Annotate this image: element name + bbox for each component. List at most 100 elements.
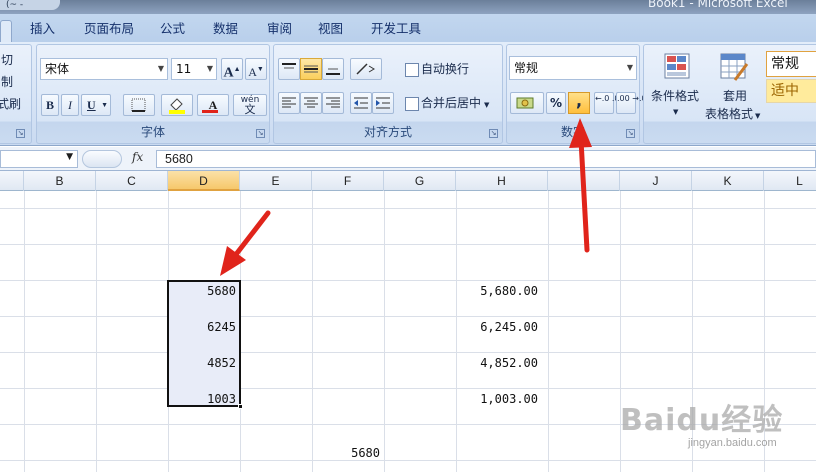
increase-decimal-button[interactable]: ←.0 .00 xyxy=(594,92,625,114)
tab-data[interactable]: 数据 xyxy=(213,20,238,42)
italic-button[interactable]: I xyxy=(61,94,79,116)
copy-button[interactable]: 制 xyxy=(1,73,13,90)
format-painter-button[interactable]: 式刷 xyxy=(0,95,21,112)
font-color-button[interactable]: A xyxy=(197,94,229,116)
tab-developer[interactable]: 开发工具 xyxy=(371,20,421,42)
align-right-icon xyxy=(326,97,340,108)
font-size-select[interactable]: 11 ▼ xyxy=(171,58,217,80)
column-header-k[interactable]: K xyxy=(692,171,764,191)
chevron-down-icon: ▼ xyxy=(66,152,73,162)
number-group: 常规 ▼ % , ←.0 .00 .00 →.0 数字 ↘ xyxy=(506,44,647,144)
column-header-c[interactable]: C xyxy=(96,171,168,191)
column-header-j[interactable]: J xyxy=(620,171,692,191)
decrease-decimal-button[interactable]: .00 →.0 xyxy=(616,92,647,114)
column-header-f[interactable]: F xyxy=(312,171,384,191)
wrap-text-button[interactable]: 自动换行 xyxy=(404,58,500,80)
gridline xyxy=(0,352,816,353)
conditional-formatting-button[interactable]: 条件格式 ▼ xyxy=(648,49,704,119)
ribbon-tabs: 插入 页面布局 公式 数据 审阅 视图 开发工具 xyxy=(0,14,816,42)
quick-access-toolbar[interactable]: (~ - xyxy=(0,0,60,10)
cell-h-2[interactable]: 6,245.00 xyxy=(458,318,538,336)
tab-home[interactable] xyxy=(0,20,12,42)
window-title: Book1 - Microsoft Excel xyxy=(648,0,788,10)
grow-font-button[interactable]: A▲ xyxy=(221,58,243,81)
bold-button[interactable]: B xyxy=(41,94,59,116)
cell-d-4[interactable]: 1003 xyxy=(170,390,236,408)
number-format-select[interactable]: 常规 ▼ xyxy=(509,56,637,80)
align-bottom-button[interactable] xyxy=(322,58,344,80)
column-headers: B C D E F G H I J K L xyxy=(0,171,816,191)
underline-label: U xyxy=(87,98,96,112)
decrease-indent-button[interactable] xyxy=(350,92,372,114)
name-box[interactable]: ▼ xyxy=(0,150,78,168)
borders-button[interactable] xyxy=(123,94,155,116)
merge-center-button[interactable]: 合并后居中 ▼ xyxy=(404,92,500,114)
alignment-group: 自动换行 合并后居中 ▼ 对齐方式 ↘ xyxy=(273,44,503,144)
font-size-value: 11 xyxy=(176,62,192,76)
font-name-value: 宋体 xyxy=(45,62,70,76)
cell-h-4[interactable]: 1,003.00 xyxy=(458,390,538,408)
gridline xyxy=(0,244,816,245)
accounting-format-button[interactable] xyxy=(510,92,544,114)
gridline xyxy=(456,191,457,472)
align-middle-button[interactable] xyxy=(300,58,322,80)
font-name-select[interactable]: 宋体 ▼ xyxy=(40,58,168,80)
tab-page-layout[interactable]: 页面布局 xyxy=(84,20,134,42)
style-normal-cell[interactable]: 常规 xyxy=(766,51,816,77)
align-left-button[interactable] xyxy=(278,92,300,114)
clipboard-group: 切 制 式刷 ↘ xyxy=(0,44,32,144)
formula-input[interactable]: 5680 xyxy=(156,150,816,168)
column-header-partial[interactable] xyxy=(0,171,24,191)
phonetic-button[interactable]: wén 文 xyxy=(233,94,267,116)
column-header-g[interactable]: G xyxy=(384,171,456,191)
percent-style-button[interactable]: % xyxy=(546,92,566,114)
paint-bucket-icon xyxy=(169,98,185,114)
clipboard-launcher-icon[interactable]: ↘ xyxy=(16,129,25,138)
shrink-font-button[interactable]: A▼ xyxy=(245,58,267,80)
column-header-i[interactable]: I xyxy=(548,171,620,191)
shrink-font-label: A xyxy=(248,65,257,79)
cell-h-1[interactable]: 5,680.00 xyxy=(458,282,538,300)
conditional-formatting-icon xyxy=(664,53,690,79)
style-neutral-cell[interactable]: 适中 xyxy=(766,79,816,103)
chevron-down-icon: ▼ xyxy=(101,101,108,109)
font-launcher-icon[interactable]: ↘ xyxy=(256,129,265,138)
cell-h-3[interactable]: 4,852.00 xyxy=(458,354,538,372)
tab-formulas[interactable]: 公式 xyxy=(160,20,185,42)
underline-button[interactable]: U ▼ xyxy=(81,94,111,116)
number-launcher-icon[interactable]: ↘ xyxy=(626,129,635,138)
orientation-button[interactable] xyxy=(350,58,382,80)
tab-insert[interactable]: 插入 xyxy=(30,20,55,42)
tab-review[interactable]: 审阅 xyxy=(267,20,292,42)
column-header-b[interactable]: B xyxy=(24,171,96,191)
increase-indent-button[interactable] xyxy=(372,92,394,114)
insert-function-button[interactable]: fx xyxy=(132,150,143,164)
column-header-l[interactable]: L xyxy=(764,171,816,191)
chevron-down-icon: ▼ xyxy=(755,112,761,120)
increase-indent-icon xyxy=(376,97,390,109)
formula-bar-splitter[interactable] xyxy=(82,150,122,168)
cell-f-bottom[interactable]: 5680 xyxy=(314,444,380,462)
fill-color-button[interactable] xyxy=(161,94,193,116)
column-header-d[interactable]: D xyxy=(168,171,240,191)
cell-d-3[interactable]: 4852 xyxy=(170,354,236,372)
chevron-down-icon: ▼ xyxy=(157,64,164,73)
number-format-value: 常规 xyxy=(514,61,539,75)
align-center-button[interactable] xyxy=(300,92,322,114)
cell-d-1[interactable]: 5680 xyxy=(170,282,236,300)
cell-d-2[interactable]: 6245 xyxy=(170,318,236,336)
comma-style-button[interactable]: , xyxy=(568,92,590,114)
fill-handle[interactable] xyxy=(238,404,243,409)
align-right-button[interactable] xyxy=(322,92,344,114)
align-center-icon xyxy=(304,97,318,108)
gridline xyxy=(312,191,313,472)
cut-button[interactable]: 切 xyxy=(1,51,13,68)
format-as-table-button[interactable]: 套用 表格格式 ▼ xyxy=(704,49,761,121)
column-header-e[interactable]: E xyxy=(240,171,312,191)
column-header-h[interactable]: H xyxy=(456,171,548,191)
gridline xyxy=(0,280,816,281)
alignment-launcher-icon[interactable]: ↘ xyxy=(489,129,498,138)
number-group-label: 数字 xyxy=(560,125,585,139)
tab-view[interactable]: 视图 xyxy=(318,20,343,42)
align-top-button[interactable] xyxy=(278,58,300,80)
